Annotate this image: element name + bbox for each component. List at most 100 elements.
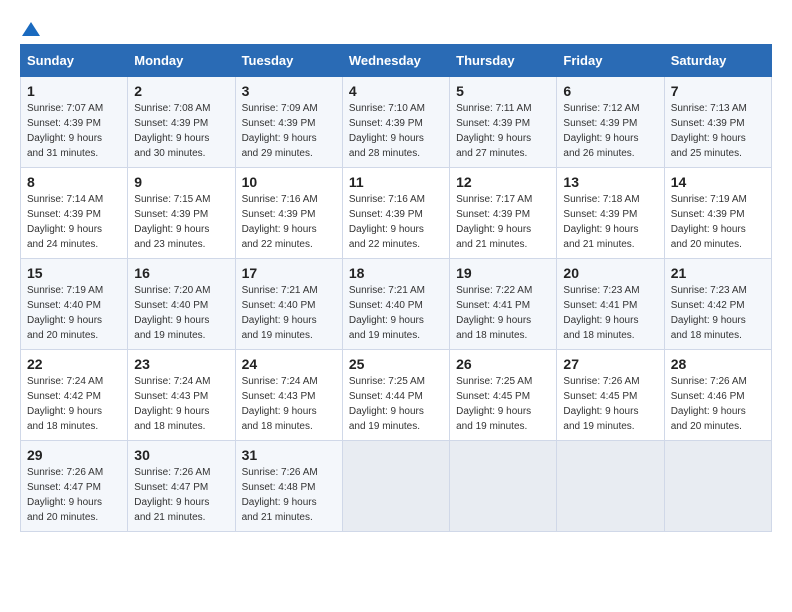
- day-detail: Sunrise: 7:23 AMSunset: 4:42 PMDaylight:…: [671, 285, 747, 341]
- calendar-cell: 10 Sunrise: 7:16 AMSunset: 4:39 PMDaylig…: [235, 168, 342, 259]
- day-detail: Sunrise: 7:20 AMSunset: 4:40 PMDaylight:…: [134, 285, 210, 341]
- day-number: 14: [671, 174, 765, 190]
- day-number: 5: [456, 83, 550, 99]
- day-number: 13: [563, 174, 657, 190]
- day-detail: Sunrise: 7:19 AMSunset: 4:39 PMDaylight:…: [671, 194, 747, 250]
- calendar-cell: 5 Sunrise: 7:11 AMSunset: 4:39 PMDayligh…: [450, 77, 557, 168]
- calendar-cell: 8 Sunrise: 7:14 AMSunset: 4:39 PMDayligh…: [21, 168, 128, 259]
- day-number: 17: [242, 265, 336, 281]
- day-detail: Sunrise: 7:08 AMSunset: 4:39 PMDaylight:…: [134, 103, 210, 159]
- calendar-cell: 23 Sunrise: 7:24 AMSunset: 4:43 PMDaylig…: [128, 350, 235, 441]
- day-number: 18: [349, 265, 443, 281]
- day-detail: Sunrise: 7:26 AMSunset: 4:46 PMDaylight:…: [671, 376, 747, 432]
- calendar-cell: 11 Sunrise: 7:16 AMSunset: 4:39 PMDaylig…: [342, 168, 449, 259]
- day-number: 12: [456, 174, 550, 190]
- day-detail: Sunrise: 7:25 AMSunset: 4:45 PMDaylight:…: [456, 376, 532, 432]
- calendar-cell: 21 Sunrise: 7:23 AMSunset: 4:42 PMDaylig…: [664, 259, 771, 350]
- day-detail: Sunrise: 7:10 AMSunset: 4:39 PMDaylight:…: [349, 103, 425, 159]
- day-detail: Sunrise: 7:15 AMSunset: 4:39 PMDaylight:…: [134, 194, 210, 250]
- calendar-cell: [450, 441, 557, 532]
- day-number: 8: [27, 174, 121, 190]
- day-detail: Sunrise: 7:16 AMSunset: 4:39 PMDaylight:…: [349, 194, 425, 250]
- calendar-header-friday: Friday: [557, 45, 664, 77]
- calendar-cell: 27 Sunrise: 7:26 AMSunset: 4:45 PMDaylig…: [557, 350, 664, 441]
- logo-icon: [22, 20, 40, 38]
- calendar-header-monday: Monday: [128, 45, 235, 77]
- calendar-cell: 24 Sunrise: 7:24 AMSunset: 4:43 PMDaylig…: [235, 350, 342, 441]
- calendar-cell: 30 Sunrise: 7:26 AMSunset: 4:47 PMDaylig…: [128, 441, 235, 532]
- calendar-cell: 29 Sunrise: 7:26 AMSunset: 4:47 PMDaylig…: [21, 441, 128, 532]
- calendar-table: SundayMondayTuesdayWednesdayThursdayFrid…: [20, 44, 772, 532]
- day-number: 22: [27, 356, 121, 372]
- calendar-cell: 2 Sunrise: 7:08 AMSunset: 4:39 PMDayligh…: [128, 77, 235, 168]
- calendar-cell: 22 Sunrise: 7:24 AMSunset: 4:42 PMDaylig…: [21, 350, 128, 441]
- calendar-cell: 12 Sunrise: 7:17 AMSunset: 4:39 PMDaylig…: [450, 168, 557, 259]
- day-detail: Sunrise: 7:07 AMSunset: 4:39 PMDaylight:…: [27, 103, 103, 159]
- calendar-header-thursday: Thursday: [450, 45, 557, 77]
- calendar-cell: 20 Sunrise: 7:23 AMSunset: 4:41 PMDaylig…: [557, 259, 664, 350]
- day-detail: Sunrise: 7:16 AMSunset: 4:39 PMDaylight:…: [242, 194, 318, 250]
- day-detail: Sunrise: 7:26 AMSunset: 4:47 PMDaylight:…: [27, 467, 103, 523]
- calendar-cell: [557, 441, 664, 532]
- calendar-header-tuesday: Tuesday: [235, 45, 342, 77]
- calendar-cell: 25 Sunrise: 7:25 AMSunset: 4:44 PMDaylig…: [342, 350, 449, 441]
- calendar-week-row: 15 Sunrise: 7:19 AMSunset: 4:40 PMDaylig…: [21, 259, 772, 350]
- day-detail: Sunrise: 7:26 AMSunset: 4:48 PMDaylight:…: [242, 467, 318, 523]
- day-number: 23: [134, 356, 228, 372]
- calendar-cell: 19 Sunrise: 7:22 AMSunset: 4:41 PMDaylig…: [450, 259, 557, 350]
- day-detail: Sunrise: 7:21 AMSunset: 4:40 PMDaylight:…: [242, 285, 318, 341]
- calendar-cell: 1 Sunrise: 7:07 AMSunset: 4:39 PMDayligh…: [21, 77, 128, 168]
- day-detail: Sunrise: 7:25 AMSunset: 4:44 PMDaylight:…: [349, 376, 425, 432]
- calendar-cell: 18 Sunrise: 7:21 AMSunset: 4:40 PMDaylig…: [342, 259, 449, 350]
- day-number: 1: [27, 83, 121, 99]
- day-number: 29: [27, 447, 121, 463]
- day-detail: Sunrise: 7:14 AMSunset: 4:39 PMDaylight:…: [27, 194, 103, 250]
- calendar-cell: 16 Sunrise: 7:20 AMSunset: 4:40 PMDaylig…: [128, 259, 235, 350]
- calendar-cell: 15 Sunrise: 7:19 AMSunset: 4:40 PMDaylig…: [21, 259, 128, 350]
- day-number: 15: [27, 265, 121, 281]
- day-detail: Sunrise: 7:17 AMSunset: 4:39 PMDaylight:…: [456, 194, 532, 250]
- day-number: 28: [671, 356, 765, 372]
- day-number: 30: [134, 447, 228, 463]
- calendar-cell: [342, 441, 449, 532]
- calendar-cell: 13 Sunrise: 7:18 AMSunset: 4:39 PMDaylig…: [557, 168, 664, 259]
- calendar-cell: 7 Sunrise: 7:13 AMSunset: 4:39 PMDayligh…: [664, 77, 771, 168]
- day-number: 7: [671, 83, 765, 99]
- day-number: 19: [456, 265, 550, 281]
- day-number: 31: [242, 447, 336, 463]
- calendar-cell: 9 Sunrise: 7:15 AMSunset: 4:39 PMDayligh…: [128, 168, 235, 259]
- day-number: 9: [134, 174, 228, 190]
- day-detail: Sunrise: 7:19 AMSunset: 4:40 PMDaylight:…: [27, 285, 103, 341]
- calendar-cell: 17 Sunrise: 7:21 AMSunset: 4:40 PMDaylig…: [235, 259, 342, 350]
- day-number: 4: [349, 83, 443, 99]
- calendar-week-row: 8 Sunrise: 7:14 AMSunset: 4:39 PMDayligh…: [21, 168, 772, 259]
- calendar-cell: 3 Sunrise: 7:09 AMSunset: 4:39 PMDayligh…: [235, 77, 342, 168]
- day-detail: Sunrise: 7:21 AMSunset: 4:40 PMDaylight:…: [349, 285, 425, 341]
- day-detail: Sunrise: 7:24 AMSunset: 4:43 PMDaylight:…: [134, 376, 210, 432]
- day-detail: Sunrise: 7:12 AMSunset: 4:39 PMDaylight:…: [563, 103, 639, 159]
- calendar-week-row: 1 Sunrise: 7:07 AMSunset: 4:39 PMDayligh…: [21, 77, 772, 168]
- calendar-header-sunday: Sunday: [21, 45, 128, 77]
- calendar-week-row: 29 Sunrise: 7:26 AMSunset: 4:47 PMDaylig…: [21, 441, 772, 532]
- day-detail: Sunrise: 7:13 AMSunset: 4:39 PMDaylight:…: [671, 103, 747, 159]
- calendar-cell: 28 Sunrise: 7:26 AMSunset: 4:46 PMDaylig…: [664, 350, 771, 441]
- logo: [20, 20, 40, 34]
- calendar-cell: 31 Sunrise: 7:26 AMSunset: 4:48 PMDaylig…: [235, 441, 342, 532]
- day-number: 20: [563, 265, 657, 281]
- day-number: 6: [563, 83, 657, 99]
- day-number: 24: [242, 356, 336, 372]
- calendar-cell: 4 Sunrise: 7:10 AMSunset: 4:39 PMDayligh…: [342, 77, 449, 168]
- page-header: [20, 20, 772, 34]
- day-detail: Sunrise: 7:23 AMSunset: 4:41 PMDaylight:…: [563, 285, 639, 341]
- day-detail: Sunrise: 7:09 AMSunset: 4:39 PMDaylight:…: [242, 103, 318, 159]
- day-number: 27: [563, 356, 657, 372]
- day-number: 3: [242, 83, 336, 99]
- day-detail: Sunrise: 7:26 AMSunset: 4:47 PMDaylight:…: [134, 467, 210, 523]
- day-detail: Sunrise: 7:11 AMSunset: 4:39 PMDaylight:…: [456, 103, 531, 159]
- calendar-cell: [664, 441, 771, 532]
- day-number: 11: [349, 174, 443, 190]
- calendar-cell: 26 Sunrise: 7:25 AMSunset: 4:45 PMDaylig…: [450, 350, 557, 441]
- calendar-header-row: SundayMondayTuesdayWednesdayThursdayFrid…: [21, 45, 772, 77]
- day-number: 21: [671, 265, 765, 281]
- day-number: 25: [349, 356, 443, 372]
